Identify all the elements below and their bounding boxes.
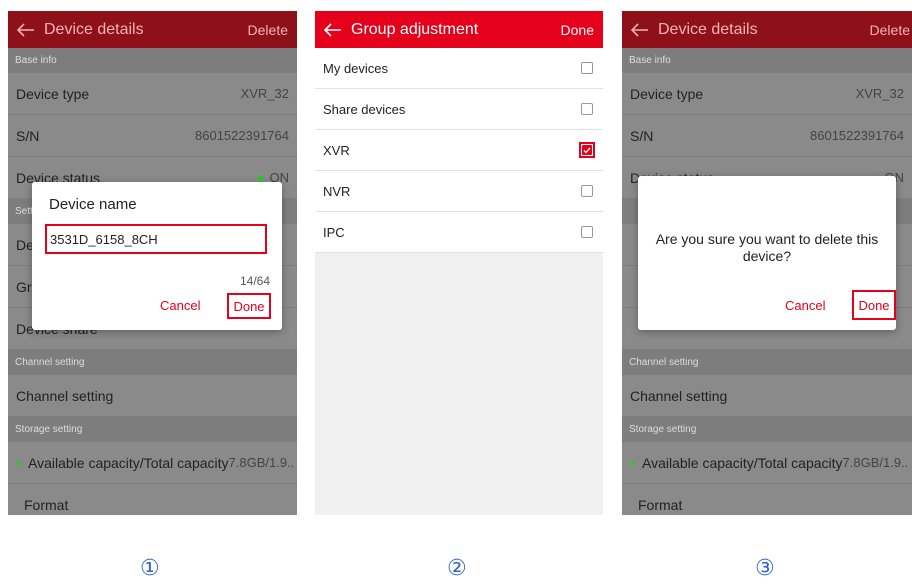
rename-dialog: Device name 3531D_6158_8CH 14/64 Cancel … xyxy=(32,182,282,330)
capacity-dot-icon xyxy=(630,461,635,467)
device-type-row: Device type XVR_32 xyxy=(8,73,297,115)
step-number-1: ① xyxy=(140,556,160,581)
device-type-value: XVR_32 xyxy=(855,86,904,101)
dialog-message: Are you sure you want to delete this dev… xyxy=(655,231,879,264)
sn-label: S/N xyxy=(630,127,654,144)
group-label: IPC xyxy=(323,224,345,240)
chevron-right-icon: › xyxy=(284,497,289,512)
capacity-row: Available capacity/Total capacity 7.8GB/… xyxy=(622,442,912,484)
page-title: Group adjustment xyxy=(351,20,479,38)
back-arrow-icon[interactable] xyxy=(315,11,351,48)
group-list: My devices Share devices XVR NVR IPC xyxy=(315,48,603,253)
char-counter: 14/64 xyxy=(239,274,270,288)
section-channel: Channel setting xyxy=(8,350,297,375)
group-item-xvr[interactable]: XVR xyxy=(315,130,603,171)
delete-button[interactable]: Delete xyxy=(870,22,912,38)
delete-confirm-dialog: Are you sure you want to delete this dev… xyxy=(638,176,896,330)
channel-setting-label: Channel setting xyxy=(16,387,114,404)
done-button[interactable]: Done xyxy=(227,293,271,319)
group-item-ipc[interactable]: IPC xyxy=(315,212,603,253)
device-type-label: Device type xyxy=(630,85,704,102)
capacity-value: 7.8GB/1.9.. xyxy=(842,455,909,470)
group-item-nvr[interactable]: NVR xyxy=(315,171,603,212)
channel-setting-label: Channel setting xyxy=(630,387,728,404)
capacity-dot-icon xyxy=(16,461,21,467)
section-base-info: Base info xyxy=(622,48,912,73)
online-dot-icon xyxy=(256,175,264,183)
group-item-share-devices[interactable]: Share devices xyxy=(315,89,603,130)
checkbox-unchecked-icon[interactable] xyxy=(581,185,593,197)
sn-label: S/N xyxy=(16,127,40,144)
group-label: NVR xyxy=(323,183,351,199)
section-channel: Channel setting xyxy=(622,350,912,375)
group-label: Share devices xyxy=(323,101,406,117)
back-arrow-icon[interactable] xyxy=(8,11,44,48)
sn-row: S/N 8601522391764 xyxy=(622,115,912,157)
group-label: My devices xyxy=(323,60,389,76)
sn-value: 8601522391764 xyxy=(195,128,289,143)
checkbox-unchecked-icon[interactable] xyxy=(581,62,593,74)
done-button[interactable]: Done xyxy=(852,290,896,320)
app-header: Device details Delete xyxy=(622,11,912,48)
section-storage: Storage setting xyxy=(622,417,912,442)
app-header: Device details Delete xyxy=(8,11,297,48)
chevron-right-icon: › xyxy=(284,237,289,252)
device-type-row: Device type XVR_32 xyxy=(622,73,912,115)
channel-setting-row[interactable]: Channel setting › xyxy=(8,375,297,417)
format-row[interactable]: Format › xyxy=(622,484,912,515)
format-label: Format xyxy=(638,496,683,513)
device-type-label: Device type xyxy=(16,85,90,102)
back-arrow-icon[interactable] xyxy=(622,11,658,48)
delete-button[interactable]: Delete xyxy=(248,22,297,38)
sn-row: S/N 8601522391764 xyxy=(8,115,297,157)
sn-value: 8601522391764 xyxy=(810,128,904,143)
group-adjustment-screen: Group adjustment Done My devices Share d… xyxy=(315,11,603,515)
group-item-my-devices[interactable]: My devices xyxy=(315,48,603,89)
capacity-value: 7.8GB/1.9.. xyxy=(228,455,295,470)
app-header: Group adjustment Done xyxy=(315,11,603,48)
done-button[interactable]: Done xyxy=(561,22,603,38)
checkbox-unchecked-icon[interactable] xyxy=(581,226,593,238)
step-number-2: ② xyxy=(447,556,467,581)
format-row[interactable]: Format › xyxy=(8,484,297,515)
dialog-title: Device name xyxy=(49,196,137,213)
section-storage: Storage setting xyxy=(8,417,297,442)
capacity-label: Available capacity/Total capacity xyxy=(28,454,229,471)
page-title: Device details xyxy=(44,20,144,38)
section-base-info: Base info xyxy=(8,48,297,73)
device-type-value: XVR_32 xyxy=(240,86,289,101)
chevron-right-icon: › xyxy=(284,321,289,336)
step-number-3: ③ xyxy=(755,556,775,581)
chevron-right-icon: › xyxy=(899,497,904,512)
device-details-screen-delete: Device details Delete Base info Device t… xyxy=(622,11,912,515)
cancel-button[interactable]: Cancel xyxy=(785,298,825,313)
chevron-right-icon: › xyxy=(899,388,904,403)
device-details-screen-rename: Device details Delete Base info Device t… xyxy=(8,11,297,515)
cancel-button[interactable]: Cancel xyxy=(160,298,200,313)
format-label: Format xyxy=(24,496,69,513)
capacity-row: Available capacity/Total capacity 7.8GB/… xyxy=(8,442,297,484)
capacity-label: Available capacity/Total capacity xyxy=(642,454,843,471)
checkbox-unchecked-icon[interactable] xyxy=(581,103,593,115)
checkbox-checked-icon[interactable] xyxy=(579,142,595,158)
page-title: Device details xyxy=(658,20,758,38)
device-name-input[interactable]: 3531D_6158_8CH xyxy=(45,224,267,254)
channel-setting-row[interactable]: Channel setting › xyxy=(622,375,912,417)
chevron-right-icon: › xyxy=(284,279,289,294)
group-label: XVR xyxy=(323,142,350,158)
chevron-right-icon: › xyxy=(284,388,289,403)
